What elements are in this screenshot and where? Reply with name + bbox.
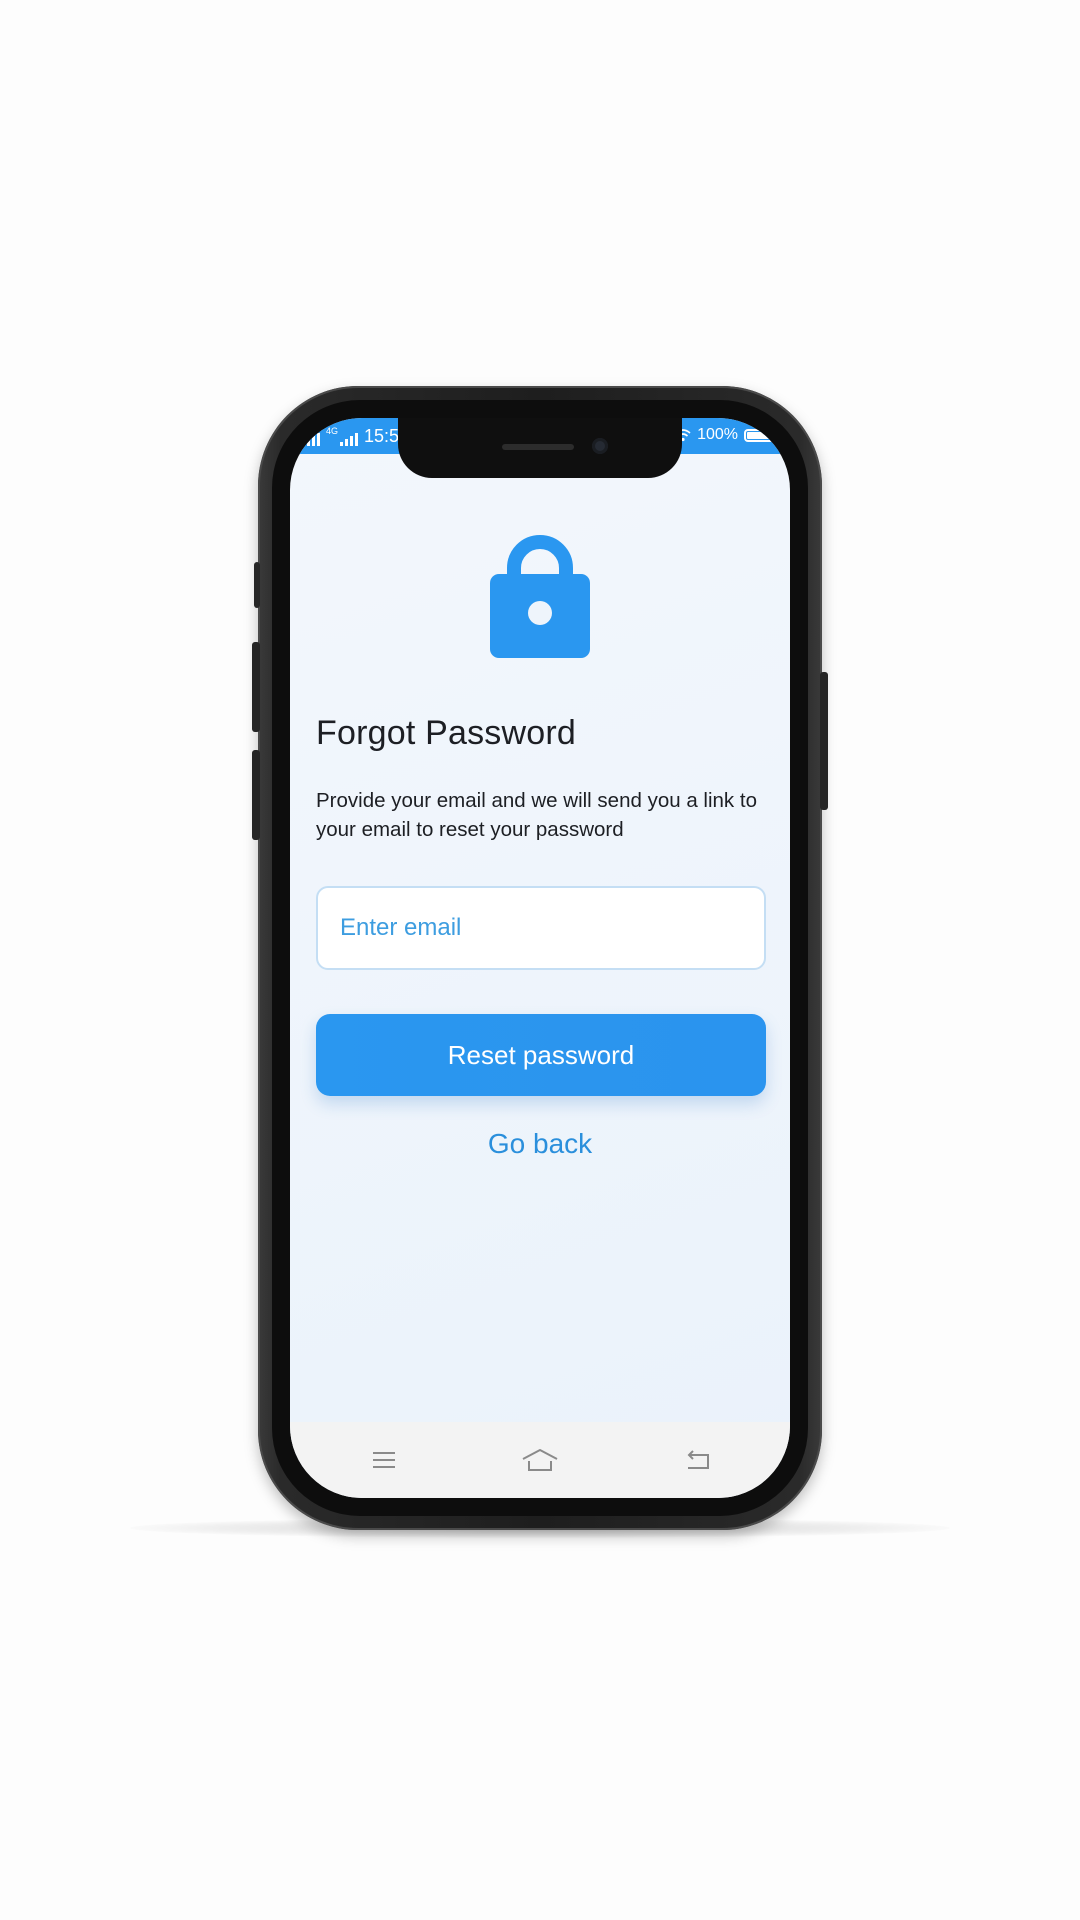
phone-frame: 4G 15:54 100% Forgot Password Provide yo… (252, 386, 828, 1530)
notch (398, 418, 682, 478)
screen: 4G 15:54 100% Forgot Password Provide yo… (290, 418, 790, 1498)
nav-home-button[interactable] (520, 1440, 560, 1480)
volume-up-button (252, 642, 260, 732)
mute-switch (254, 562, 260, 608)
go-back-link[interactable]: Go back (290, 1128, 790, 1160)
page-title: Forgot Password (316, 714, 576, 752)
nav-menu-button[interactable] (364, 1440, 404, 1480)
email-field[interactable] (316, 886, 766, 970)
nav-back-button[interactable] (678, 1440, 718, 1480)
back-icon (687, 1450, 709, 1469)
network-type: 4G (326, 426, 339, 436)
front-camera (592, 438, 608, 454)
earpiece-speaker (502, 444, 574, 450)
menu-icon (373, 1452, 395, 1468)
status-left: 4G 15:54 (302, 426, 409, 446)
status-right: 100% (675, 426, 774, 444)
reset-password-button[interactable]: Reset password (316, 1014, 766, 1096)
page-description: Provide your email and we will send you … (316, 789, 757, 841)
signal-icon (302, 432, 320, 446)
navigation-bar (290, 1422, 790, 1498)
battery-percent: 100% (697, 426, 738, 443)
stage: 4G 15:54 100% Forgot Password Provide yo… (0, 0, 1080, 1920)
battery-icon (744, 428, 774, 442)
signal-icon-secondary (340, 432, 359, 446)
home-icon (522, 1449, 558, 1471)
power-button (820, 672, 828, 810)
lock-icon (490, 535, 590, 658)
volume-down-button (252, 750, 260, 840)
